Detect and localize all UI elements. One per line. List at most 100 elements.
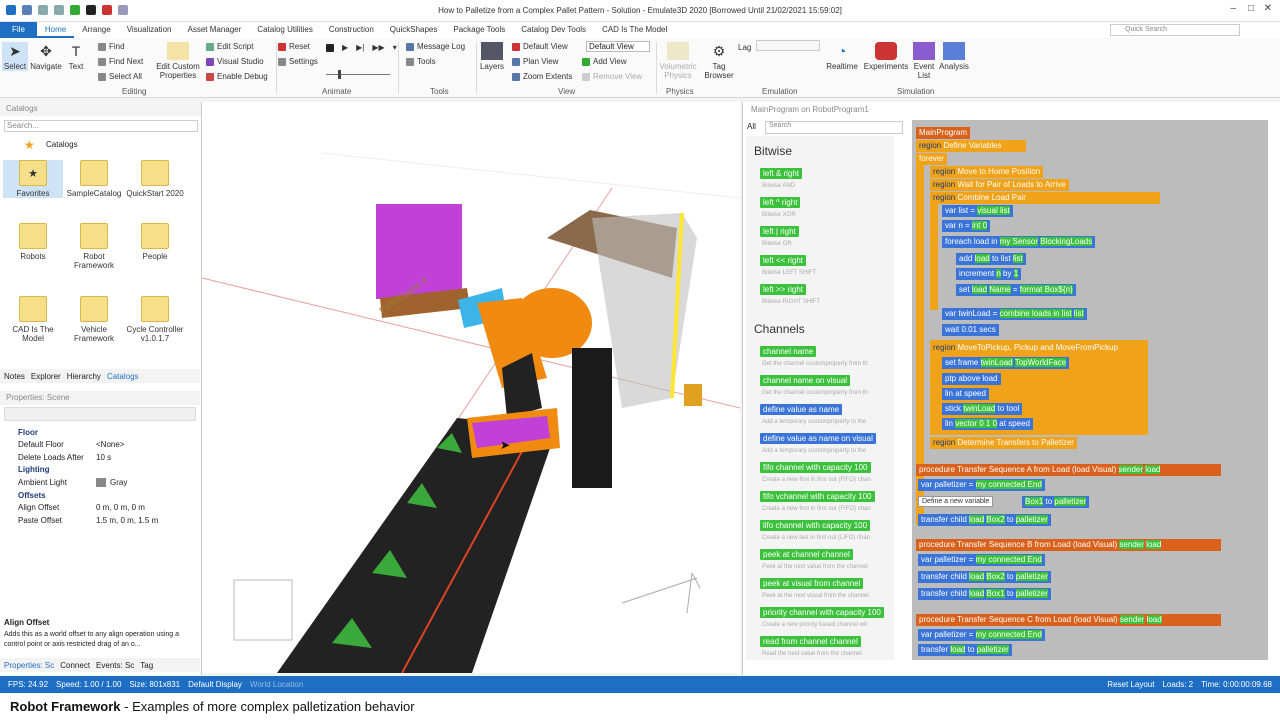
tab-file[interactable]: File (0, 22, 37, 38)
block-lifo-channel[interactable]: lifo channel with capacity 100 (760, 520, 871, 531)
display-select[interactable]: Default Display (188, 680, 242, 689)
tab-explorer[interactable]: Explorer (31, 372, 61, 381)
block-fifo-vchannel[interactable]: fifo vchannel with capacity 100 (760, 491, 875, 502)
catalog-vehicle-framework[interactable]: Vehicle Framework (64, 296, 124, 343)
minimize-icon[interactable]: – (1230, 3, 1236, 14)
reset-button[interactable]: Reset (278, 42, 310, 51)
property-value[interactable]: <None> (96, 440, 124, 452)
catalog-people[interactable]: People (125, 223, 185, 261)
property-paste-offset[interactable]: Paste Offset 1.5 m, 0 m, 1.5 m (4, 516, 198, 528)
catalog-cad-is-the-model[interactable]: CAD Is The Model (3, 296, 63, 343)
close-icon[interactable]: ✕ (1264, 3, 1272, 14)
property-ambient-light[interactable]: Ambient Light Gray (4, 478, 198, 490)
set-name-block[interactable]: set load Name = format Box${n} (956, 284, 1076, 296)
remove-view-button[interactable]: Remove View (582, 72, 642, 81)
procedure-b[interactable]: procedure Transfer Sequence B from Load … (916, 539, 1221, 551)
edit-script-button[interactable]: Edit Script (206, 42, 253, 51)
property-delete-loads[interactable]: Delete Loads After 10 s (4, 453, 198, 465)
find-button[interactable]: Find (98, 42, 125, 51)
star-icon[interactable]: ★ (24, 138, 35, 152)
tab-catalog-dev-tools[interactable]: Catalog Dev Tools (513, 22, 594, 38)
settings-button[interactable]: Settings (278, 57, 318, 66)
tag-browser-button[interactable]: ⚙ Tag Browser (702, 42, 736, 81)
catalog-quickstart[interactable]: QuickStart 2020 (125, 160, 185, 198)
property-value[interactable]: Gray (110, 478, 127, 490)
tab-package-tools[interactable]: Package Tools (445, 22, 513, 38)
tab-connect[interactable]: Connect (60, 661, 90, 670)
palette-filter-select[interactable]: All (747, 122, 756, 131)
maximize-icon[interactable]: □ (1248, 3, 1254, 14)
text-button[interactable]: T Text (64, 42, 88, 71)
foreach-block[interactable]: foreach load in my Sensor BlockingLoads (942, 236, 1096, 248)
catalog-search-input[interactable]: Search... (4, 120, 198, 132)
lin-speed-block[interactable]: lin at speed (942, 388, 989, 400)
navigate-button[interactable]: ✥ Navigate (30, 42, 62, 72)
catalog-robot-framework[interactable]: Robot Framework (64, 223, 124, 270)
transfer-box2-b[interactable]: transfer child load Box2 to palletizer (918, 571, 1051, 583)
var-palletizer-c[interactable]: var palletizer = my connected End (918, 629, 1045, 641)
block-forever[interactable]: forever (916, 153, 947, 165)
plan-view-button[interactable]: Plan View (512, 57, 558, 66)
tab-cad-is-the-model[interactable]: CAD Is The Model (594, 22, 675, 38)
tab-catalog-utilities[interactable]: Catalog Utilities (249, 22, 321, 38)
property-value[interactable]: 0 m, 0 m, 0 m (96, 503, 145, 515)
set-frame-block[interactable]: set frame twinLoad TopWorldFace (942, 357, 1070, 369)
catalog-favorites[interactable]: ★ Favorites (3, 160, 63, 198)
region-define-variables[interactable]: region Define Variables (916, 140, 1026, 152)
block-left-shift[interactable]: left << right (760, 255, 807, 266)
property-value[interactable]: 1.5 m, 0 m, 1.5 m (96, 516, 158, 528)
tab-tag[interactable]: Tag (140, 661, 153, 670)
property-value[interactable]: 10 s (96, 453, 111, 465)
realtime-button[interactable]: ◔ Realtime (824, 42, 860, 71)
fast-forward-icon[interactable]: ▶▶ (372, 43, 384, 52)
lin-vector-block[interactable]: lin vector 0 1 0 at speed (942, 418, 1033, 430)
visual-studio-button[interactable]: Visual Studio (206, 57, 264, 66)
block-channel[interactable]: channel name (760, 346, 817, 357)
wait-block[interactable]: wait 0.01 secs (942, 324, 999, 336)
block-peek-channel[interactable]: peek at channel channel (760, 549, 853, 560)
var-palletizer-a[interactable]: var palletizer = my connected End (918, 479, 1045, 491)
analysis-button[interactable]: Analysis (938, 42, 970, 71)
block-define[interactable]: define value as name (760, 404, 843, 415)
property-default-floor[interactable]: Default Floor <None> (4, 440, 198, 452)
region-wait-pair[interactable]: region Wait for Pair of Loads to Arrive (930, 179, 1069, 191)
volumetric-physics-button[interactable]: Volumetric Physics (658, 42, 698, 80)
catalog-samplecatalog[interactable]: SampleCatalog (64, 160, 124, 198)
region-pickup[interactable]: region MoveToPickup, Pickup and MoveFrom… (930, 342, 1121, 354)
tab-notes[interactable]: Notes (4, 372, 25, 381)
tab-asset-manager[interactable]: Asset Manager (179, 22, 249, 38)
default-view-button[interactable]: Default View (512, 42, 568, 51)
block-bitwise-and[interactable]: left & right (760, 168, 803, 179)
procedure-c[interactable]: procedure Transfer Sequence C from Load … (916, 614, 1221, 626)
region-move-home[interactable]: region Move to Home Position (930, 166, 1044, 178)
chevron-down-icon[interactable]: ▾ (393, 43, 397, 52)
region-determine[interactable]: region Determine Transfers to Palletizer (930, 437, 1077, 449)
block-define-on-visual[interactable]: define value as name on visual (760, 433, 876, 444)
tab-arrange[interactable]: Arrange (74, 22, 118, 38)
palette-search-input[interactable]: Search (765, 121, 903, 134)
tab-quickshapes[interactable]: QuickShapes (382, 22, 446, 38)
transfer-box2-a[interactable]: transfer child load Box2 to palletizer (918, 514, 1051, 526)
add-block[interactable]: add load to list list (956, 253, 1026, 265)
message-log-button[interactable]: Message Log (406, 42, 465, 51)
transfer-load-c[interactable]: transfer load to palletizer (918, 644, 1012, 656)
edit-custom-properties-button[interactable]: Edit Custom Properties (154, 42, 202, 80)
view-select[interactable]: Default View (586, 41, 650, 52)
var-n-block[interactable]: var n = int 0 (942, 220, 991, 232)
tab-home[interactable]: Home (36, 22, 75, 38)
block-main-program[interactable]: MainProgram (916, 127, 971, 139)
increment-block[interactable]: increment n by 1 (956, 268, 1022, 280)
zoom-extents-button[interactable]: Zoom Extents (512, 72, 572, 81)
block-bitwise-or[interactable]: left | right (760, 226, 799, 237)
find-next-button[interactable]: Find Next (98, 57, 143, 66)
var-palletizer-b[interactable]: var palletizer = my connected End (918, 554, 1045, 566)
catalogs-dropdown[interactable]: Catalogs (46, 140, 78, 149)
select-button[interactable]: ➤ Select (2, 42, 28, 71)
catalog-cycle-controller[interactable]: Cycle Controller v1.0.1.7 (125, 296, 185, 343)
lag-input[interactable] (756, 40, 820, 51)
enable-debug-button[interactable]: Enable Debug (206, 72, 268, 81)
catalog-robots[interactable]: Robots (3, 223, 63, 261)
event-list-button[interactable]: Event List (910, 42, 938, 80)
tab-hierarchy[interactable]: Hierarchy (67, 372, 101, 381)
region-combine[interactable]: region Combine Load Pair (930, 192, 1160, 204)
